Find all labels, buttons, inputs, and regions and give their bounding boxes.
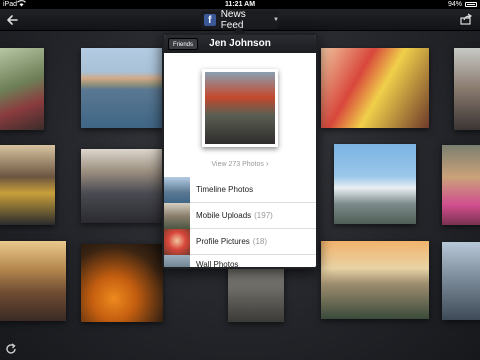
cover-area: View 273 Photos › bbox=[164, 53, 316, 177]
photo-church-interior[interactable] bbox=[0, 241, 66, 321]
view-photos-label: View 273 Photos bbox=[211, 161, 264, 168]
album-row-profile-pictures[interactable]: Profile Pictures (18) bbox=[164, 228, 316, 255]
status-bar: iPad 11:21 AM 94% bbox=[0, 0, 480, 9]
share-icon bbox=[460, 13, 473, 25]
back-arrow-icon bbox=[7, 15, 18, 25]
album-label: Wall Photos bbox=[196, 260, 239, 269]
album-label: Profile Pictures bbox=[196, 237, 250, 246]
album-thumbnail bbox=[164, 176, 190, 203]
clock: 11:21 AM bbox=[224, 1, 256, 8]
photo-group-women[interactable] bbox=[0, 145, 55, 225]
photo-pumpkins[interactable] bbox=[81, 244, 163, 322]
photo-street-feet[interactable] bbox=[228, 266, 284, 322]
photo-seagull[interactable] bbox=[334, 144, 416, 224]
photo-couple-hallway[interactable] bbox=[81, 149, 163, 223]
news-feed-menu-button[interactable]: f News Feed ▼ bbox=[201, 9, 279, 31]
album-list: Timeline Photos Mobile Uploads (197) Pro… bbox=[164, 176, 316, 269]
album-count: (197) bbox=[254, 211, 273, 220]
album-thumbnail bbox=[164, 228, 190, 255]
photo-person-edge-top[interactable] bbox=[454, 48, 480, 130]
photo-selfie-helmet[interactable] bbox=[321, 48, 429, 128]
popover-header: Friends Jen Johnson bbox=[164, 35, 316, 53]
chevron-down-icon: ▼ bbox=[273, 17, 279, 23]
view-photos-link[interactable]: View 273 Photos › bbox=[164, 159, 316, 168]
photo-city-skyline[interactable] bbox=[442, 242, 480, 320]
friend-albums-popover: Friends Jen Johnson View 273 Photos › Ti… bbox=[162, 33, 318, 269]
back-button[interactable] bbox=[4, 12, 20, 28]
album-label: Timeline Photos bbox=[196, 185, 254, 194]
album-row-wall-photos[interactable]: Wall Photos bbox=[164, 255, 316, 269]
chevron-right-icon: › bbox=[265, 159, 269, 168]
album-label: Mobile Uploads bbox=[196, 211, 252, 220]
photo-group-outdoor[interactable] bbox=[0, 48, 44, 130]
album-row-mobile-uploads[interactable]: Mobile Uploads (197) bbox=[164, 202, 316, 229]
cover-photo[interactable] bbox=[202, 69, 278, 147]
album-thumbnail bbox=[164, 255, 190, 267]
refresh-icon bbox=[6, 343, 16, 354]
battery-percentage: 94% bbox=[447, 1, 462, 8]
share-button[interactable] bbox=[460, 12, 474, 26]
album-row-timeline-photos[interactable]: Timeline Photos bbox=[164, 176, 316, 203]
nav-title: News Feed bbox=[220, 9, 246, 31]
refresh-button[interactable] bbox=[5, 342, 17, 354]
popover-title: Jen Johnson bbox=[209, 38, 271, 49]
battery-icon bbox=[465, 2, 477, 7]
photo-harbor-town[interactable] bbox=[81, 48, 163, 128]
photo-crowd-beach[interactable] bbox=[321, 241, 429, 319]
album-thumbnail bbox=[164, 202, 190, 229]
photo-woman-pink[interactable] bbox=[442, 145, 480, 225]
facebook-icon: f bbox=[204, 14, 216, 26]
album-count: (18) bbox=[252, 237, 268, 246]
